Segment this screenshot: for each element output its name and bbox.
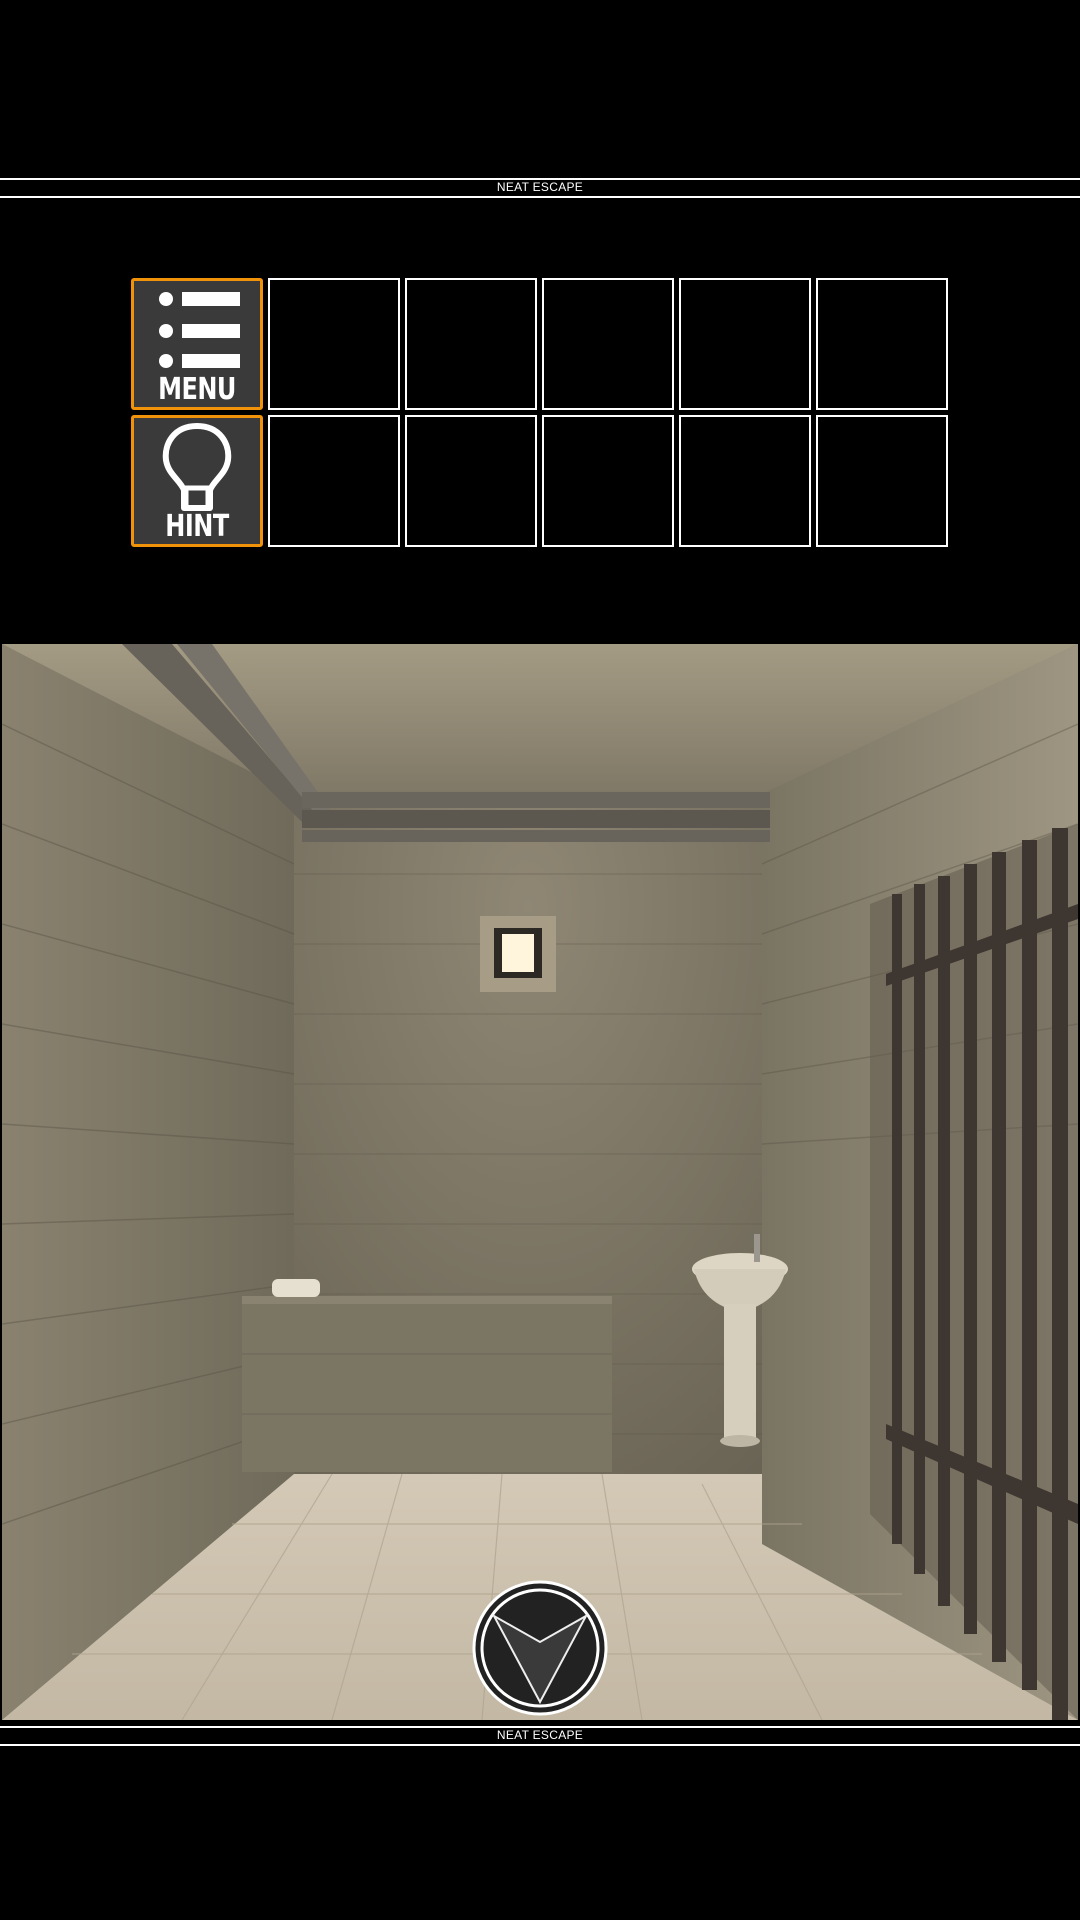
header-brand: NEAT ESCAPE xyxy=(492,180,588,194)
inventory-slot-7[interactable] xyxy=(405,415,537,547)
menu-button[interactable]: MENU xyxy=(131,278,263,410)
inventory-slot-9[interactable] xyxy=(679,415,811,547)
navigate-back-button[interactable] xyxy=(470,1578,610,1718)
footer-brand: NEAT ESCAPE xyxy=(492,1728,588,1742)
inventory-slot-1[interactable] xyxy=(268,278,400,410)
inventory-slot-3[interactable] xyxy=(542,278,674,410)
menu-label: MENU xyxy=(158,371,236,407)
header-brand-wrap: NEAT ESCAPE xyxy=(0,180,1080,194)
inventory-slot-5[interactable] xyxy=(816,278,948,410)
hint-label: HINT xyxy=(165,508,229,544)
footer-brand-wrap: NEAT ESCAPE xyxy=(0,1728,1080,1742)
game-scene[interactable] xyxy=(2,644,1078,1720)
arrow-down-icon xyxy=(472,1580,608,1716)
inventory-slot-8[interactable] xyxy=(542,415,674,547)
inventory-slot-6[interactable] xyxy=(268,415,400,547)
inventory-slot-4[interactable] xyxy=(679,278,811,410)
inventory-slot-2[interactable] xyxy=(405,278,537,410)
inventory-slot-10[interactable] xyxy=(816,415,948,547)
prison-cell-illustration xyxy=(2,644,1078,1720)
hint-button[interactable]: HINT xyxy=(131,415,263,547)
